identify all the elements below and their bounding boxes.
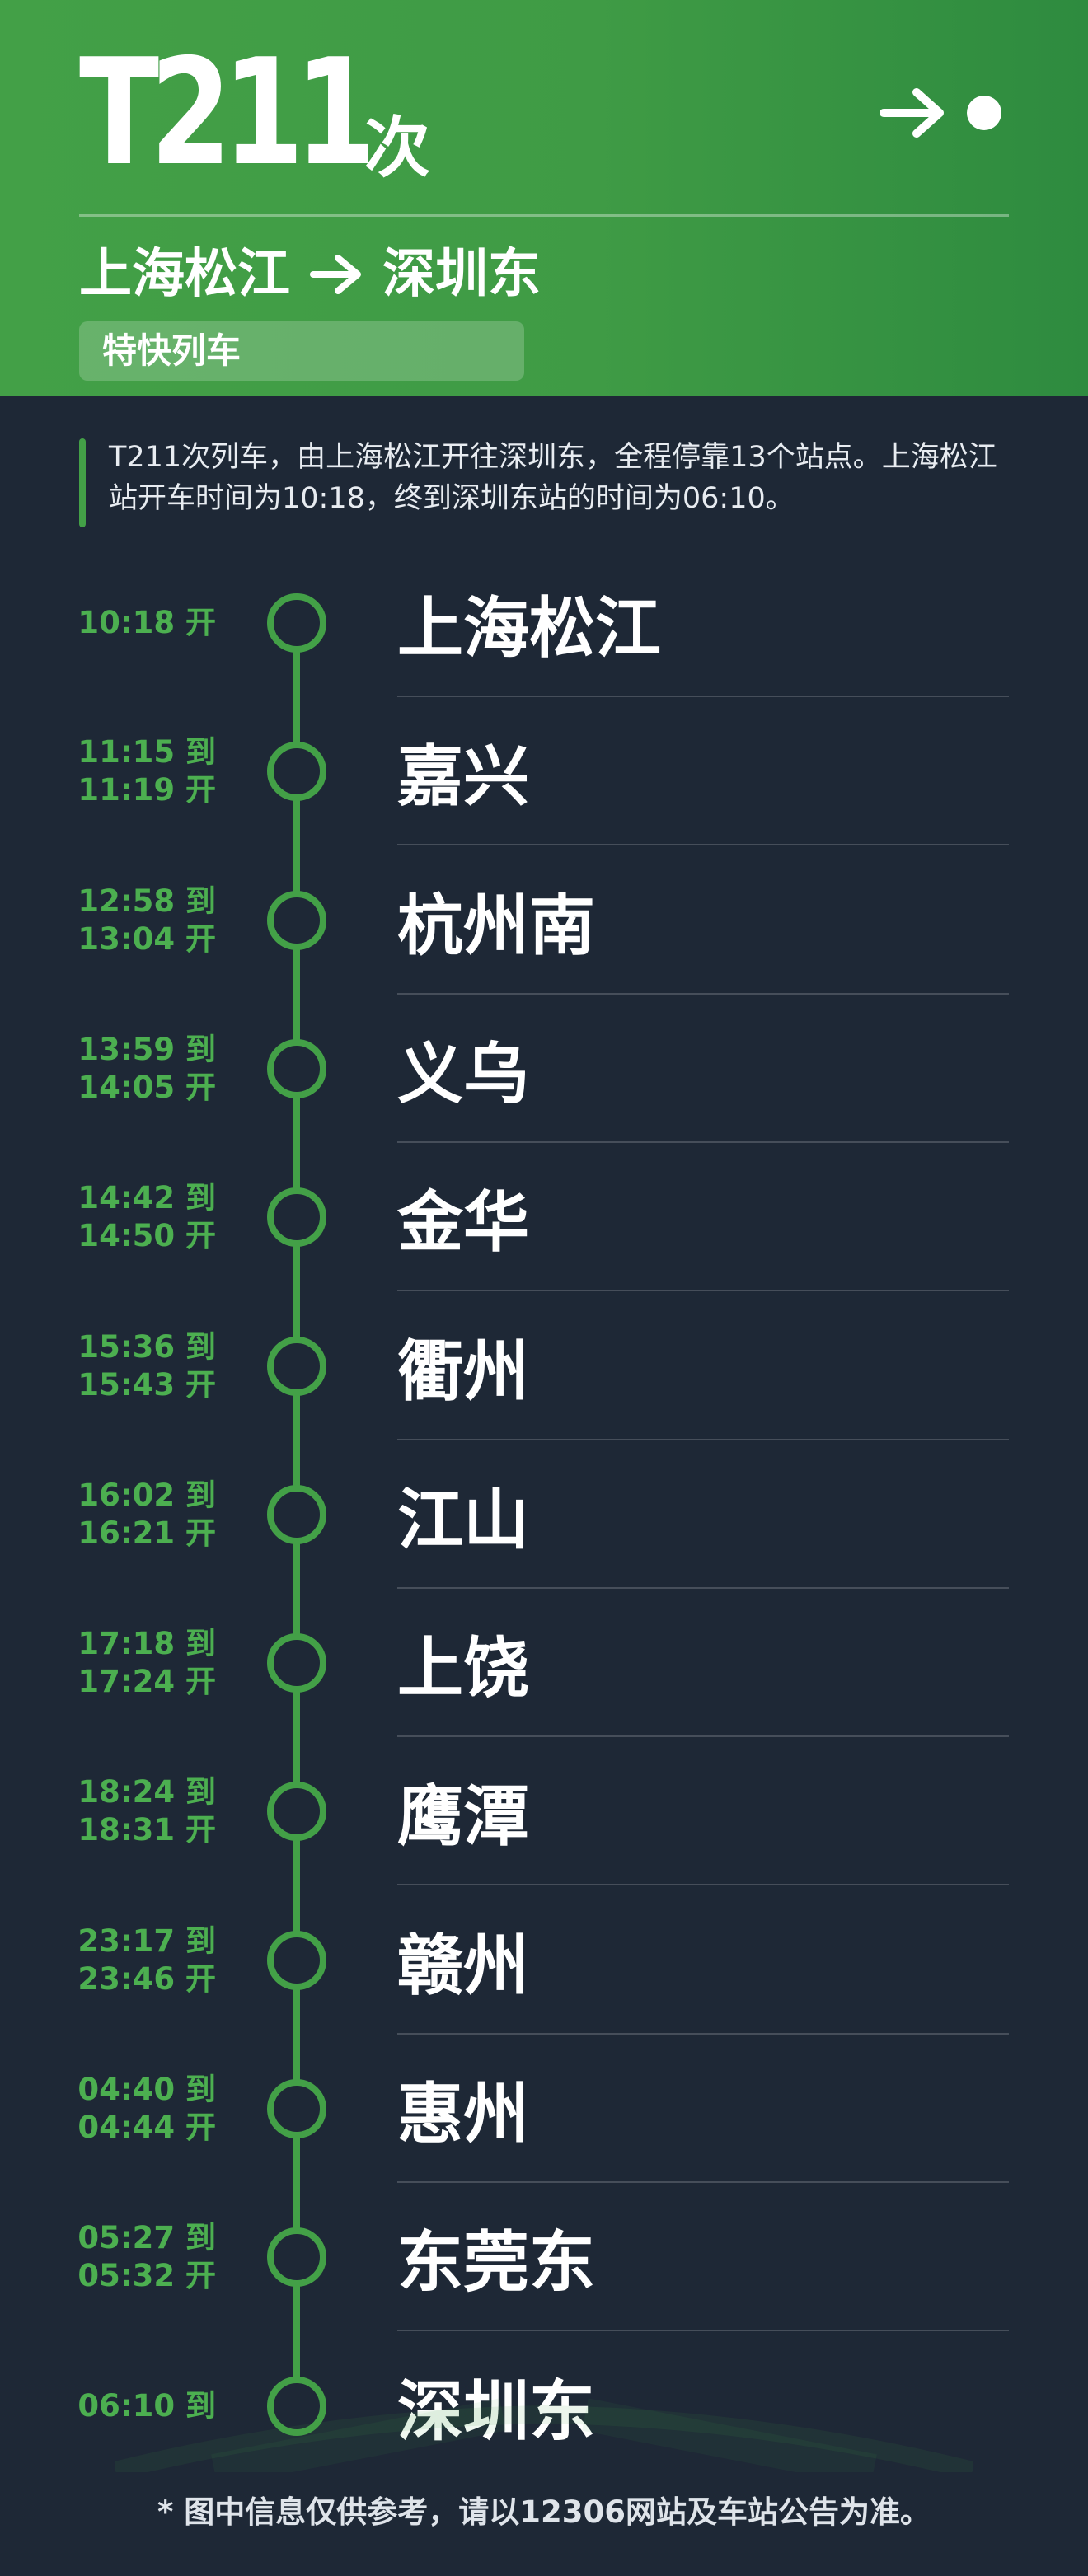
rail-track-decoration (115, 2398, 973, 2472)
stop-node-icon (267, 1484, 326, 1544)
stop-row: 14:42 到 14:50 开 金华 (0, 1143, 1088, 1292)
stop-times: 18:24 到 18:31 开 (77, 1737, 216, 1885)
station-name: 衢州 (397, 1332, 529, 1410)
arrival-time: 13:59 到 (77, 1031, 216, 1067)
stop-times: 17:18 到 17:24 开 (77, 1589, 216, 1737)
stop-node-icon (267, 1336, 326, 1396)
stop-row: 12:58 到 13:04 开 杭州南 (0, 846, 1088, 995)
station-name: 金华 (397, 1184, 529, 1262)
stop-row: 04:40 到 04:44 开 惠州 (0, 2035, 1088, 2183)
stop-times: 23:17 到 23:46 开 (77, 1886, 216, 2035)
stop-times: 16:02 到 16:21 开 (77, 1440, 216, 1589)
arrival-time: 05:27 到 (77, 2220, 216, 2256)
stop-row: 17:18 到 17:24 开 上饶 (0, 1589, 1088, 1738)
arrival-time: 16:02 到 (77, 1477, 216, 1513)
stop-node-icon (267, 2079, 326, 2138)
station-name: 上海松江 (397, 590, 661, 667)
stop-node-icon (267, 1633, 326, 1693)
departure-time: 04:44 开 (77, 2110, 216, 2145)
stop-row: 11:15 到 11:19 开 嘉兴 (0, 697, 1088, 846)
arrival-time: 12:58 到 (77, 883, 216, 919)
stop-times: 11:15 到 11:19 开 (77, 697, 216, 845)
stop-times: 04:40 到 04:44 开 (77, 2035, 216, 2183)
stop-timeline: 10:18 开 上海松江 11:15 到 11:19 开 嘉兴 12:58 到 13:04 … (0, 0, 1088, 2576)
stop-times: 14:42 到 14:50 开 (77, 1143, 216, 1291)
arrival-time: 17:18 到 (77, 1626, 216, 1662)
stop-row: 23:17 到 23:46 开 赣州 (0, 1886, 1088, 2035)
departure-time: 14:05 开 (77, 1069, 216, 1105)
station-name: 惠州 (397, 2076, 529, 2152)
departure-time: 13:04 开 (77, 920, 216, 957)
station-name: 上饶 (397, 1630, 529, 1707)
stop-times: 05:27 到 05:32 开 (77, 2183, 216, 2331)
stop-node-icon (267, 1782, 326, 1842)
stop-row: 13:59 到 14:05 开 义乌 (0, 995, 1088, 1143)
disclaimer-note: * 图中信息仅供参考，请以12306网站及车站公告为准。 (157, 2494, 931, 2530)
stop-row: 10:18 开 上海松江 (0, 549, 1088, 697)
stop-node-icon (267, 1930, 326, 1990)
departure-time: 05:32 开 (77, 2258, 216, 2294)
departure-time: 16:21 开 (77, 1515, 216, 1551)
stop-row: 16:02 到 16:21 开 江山 (0, 1440, 1088, 1589)
stop-row: 05:27 到 05:32 开 东莞东 (0, 2183, 1088, 2332)
stop-node-icon (267, 1187, 326, 1248)
stop-node-icon (267, 742, 326, 802)
arrival-time: 11:15 到 (77, 734, 216, 770)
station-name: 东莞东 (397, 2224, 595, 2302)
stop-node-icon (267, 593, 326, 653)
stop-times: 15:36 到 15:43 开 (77, 1292, 216, 1440)
departure-time: 23:46 开 (77, 1960, 216, 1997)
stop-times: 12:58 到 13:04 开 (77, 846, 216, 995)
arrival-time: 18:24 到 (77, 1774, 216, 1810)
stop-node-icon (267, 2227, 326, 2288)
departure-time: 10:18 开 (77, 605, 216, 640)
departure-time: 14:50 开 (77, 1218, 216, 1254)
station-name: 嘉兴 (397, 738, 529, 816)
stop-times: 13:59 到 14:05 开 (77, 995, 216, 1143)
departure-time: 18:31 开 (77, 1812, 216, 1848)
departure-time: 15:43 开 (77, 1366, 216, 1403)
stop-node-icon (267, 890, 326, 950)
station-name: 杭州南 (397, 887, 595, 964)
stop-node-icon (267, 1038, 326, 1098)
stop-times: 10:18 开 (77, 549, 216, 697)
station-name: 义乌 (397, 1035, 529, 1112)
stop-row: 18:24 到 18:31 开 鹰潭 (0, 1737, 1088, 1886)
departure-time: 17:24 开 (77, 1664, 216, 1700)
departure-time: 11:19 开 (77, 772, 216, 808)
arrival-time: 15:36 到 (77, 1328, 216, 1365)
arrival-time: 23:17 到 (77, 1923, 216, 1959)
station-name: 鹰潭 (397, 1778, 529, 1856)
station-name: 江山 (397, 1481, 529, 1558)
station-name: 赣州 (397, 1927, 529, 2004)
stop-row: 15:36 到 15:43 开 衢州 (0, 1292, 1088, 1440)
arrival-time: 04:40 到 (77, 2072, 216, 2107)
arrival-time: 14:42 到 (77, 1180, 216, 1216)
